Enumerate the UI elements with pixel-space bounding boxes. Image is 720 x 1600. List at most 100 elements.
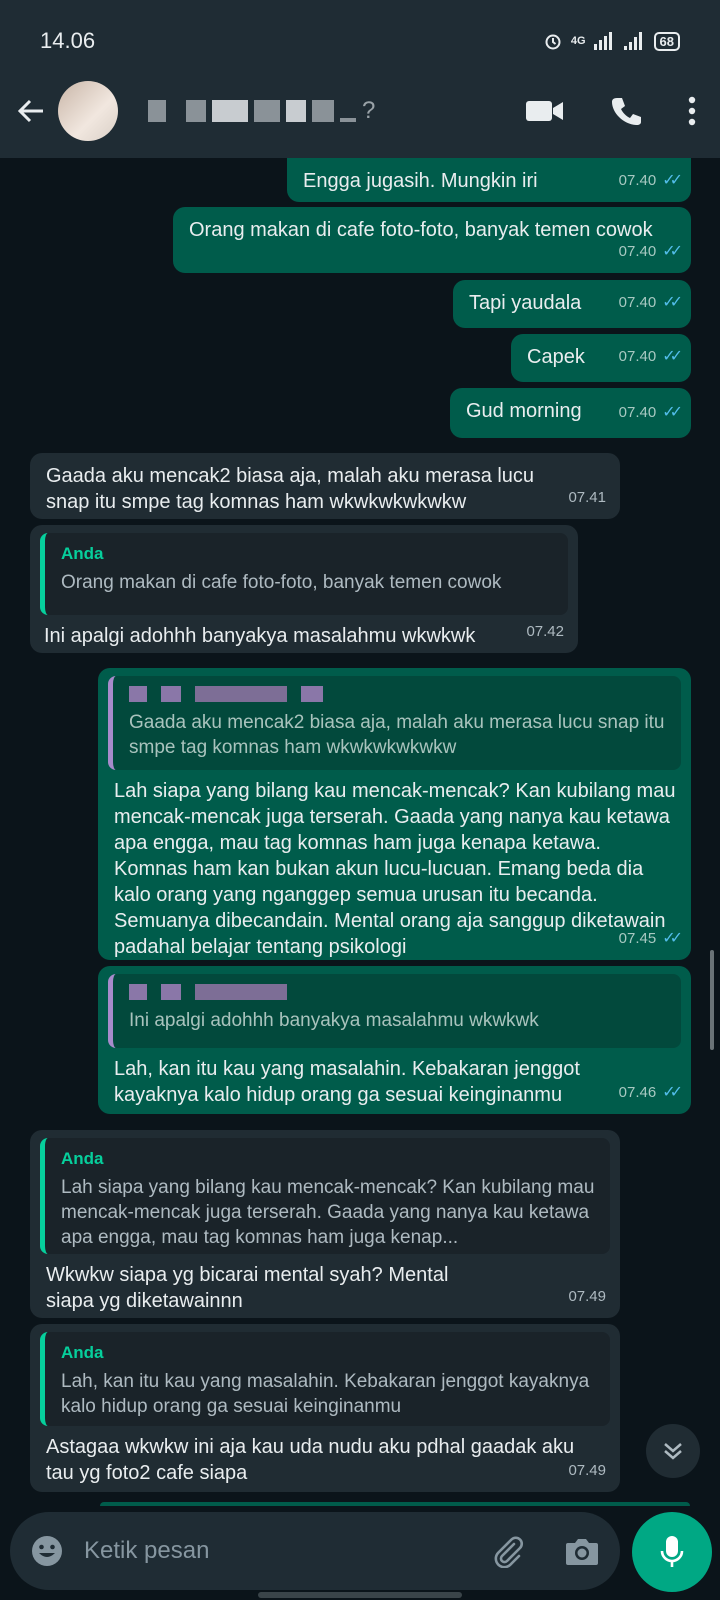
message-meta: 07.41 <box>568 485 606 511</box>
quote-author: Anda <box>61 544 104 563</box>
quote-author: Anda <box>61 1343 104 1362</box>
message-text: Gaada aku mencak2 biasa aja, malah aku m… <box>46 465 535 513</box>
emoji-icon[interactable] <box>30 1534 64 1568</box>
read-ticks-icon: ✓✓ <box>662 243 683 260</box>
message-time: 07.40 <box>618 294 657 311</box>
message-text: Astagaa wkwkw ini aja kau uda nudu aku p… <box>46 1436 575 1484</box>
message-bubble[interactable]: Anda Orang makan di cafe foto-foto, bany… <box>30 525 578 653</box>
message-bubble[interactable]: Ini apalgi adohhh banyakya masalahmu wkw… <box>98 966 691 1114</box>
double-chevron-down-icon <box>664 1443 682 1460</box>
message-meta: 07.40 ✓✓ <box>618 290 683 316</box>
quote-text: Ini apalgi adohhh banyakya masalahmu wkw… <box>129 1010 539 1031</box>
input-actions <box>490 1534 600 1568</box>
more-vert-icon[interactable] <box>688 96 696 126</box>
message-text: Ini apalgi adohhh banyakya masalahmu wkw… <box>44 625 476 647</box>
message-time: 07.42 <box>526 623 564 640</box>
quote-author-pixelated <box>129 982 669 1002</box>
pixelated-name <box>340 118 356 122</box>
message-bubble[interactable]: Gaada aku mencak2 biasa aja, malah aku m… <box>98 668 691 960</box>
phone-icon[interactable] <box>610 95 642 127</box>
avatar[interactable] <box>58 81 118 141</box>
message-bubble[interactable]: Gud morning 07.40 ✓✓ <box>450 388 691 438</box>
quote-text: Gaada aku mencak2 biasa aja, malah aku m… <box>129 712 665 758</box>
message-input-bar: Ketik pesan <box>10 1512 620 1590</box>
signal-icon <box>623 32 642 50</box>
message-text: Engga jugasih. Mungkin iri <box>303 170 538 192</box>
alarm-icon <box>545 34 561 50</box>
message-bubble[interactable]: Anda Lah, kan itu kau yang masalahin. Ke… <box>30 1324 620 1492</box>
scrollbar[interactable] <box>710 950 714 1050</box>
message-text: Tapi yaudala <box>469 292 582 314</box>
contact-name-suffix: ? <box>362 97 376 124</box>
message-text: Wkwkw siapa yg bicarai mental syah? Ment… <box>46 1264 449 1312</box>
read-ticks-icon: ✓✓ <box>662 294 683 311</box>
message-text: Lah siapa yang bilang kau mencak-mencak?… <box>114 780 676 958</box>
quote-text: Lah siapa yang bilang kau mencak-mencak?… <box>61 1177 595 1248</box>
message-meta: 07.40 ✓✓ <box>618 168 683 194</box>
mic-button[interactable] <box>632 1512 712 1592</box>
battery-indicator: 68 <box>653 31 680 51</box>
message-text: Lah, kan itu kau yang masalahin. Kebakar… <box>114 1058 580 1106</box>
pixelated-name <box>186 100 206 122</box>
status-icons: 4G 68 <box>543 31 680 51</box>
message-meta: 07.42 <box>526 619 564 645</box>
read-ticks-icon: ✓✓ <box>662 348 683 365</box>
message-text: Gud morning <box>466 400 582 422</box>
network-label: 4G <box>570 35 586 47</box>
message-bubble[interactable]: Gaada aku mencak2 biasa aja, malah aku m… <box>30 453 620 519</box>
signal-icon <box>593 32 612 50</box>
message-input[interactable]: Ketik pesan <box>84 1537 209 1565</box>
quoted-message[interactable]: Anda Orang makan di cafe foto-foto, bany… <box>40 533 568 615</box>
message-bubble[interactable]: Capek 07.40 ✓✓ <box>511 334 691 382</box>
message-bubble[interactable]: Tapi yaudala 07.40 ✓✓ <box>453 280 691 328</box>
navigation-pill[interactable] <box>258 1592 462 1598</box>
chat-header: ? <box>0 64 720 158</box>
message-meta: 07.49 <box>568 1284 606 1310</box>
read-ticks-icon: ✓✓ <box>662 172 683 189</box>
pixelated-name <box>254 100 280 122</box>
message-text: Capek <box>527 346 585 368</box>
quote-text: Orang makan di cafe foto-foto, banyak te… <box>61 572 502 593</box>
quote-author: Anda <box>61 1149 104 1168</box>
message-time: 07.40 <box>618 172 657 189</box>
quote-author-pixelated <box>129 684 669 704</box>
quoted-message[interactable]: Gaada aku mencak2 biasa aja, malah aku m… <box>108 676 681 770</box>
message-time: 07.49 <box>568 1288 606 1305</box>
pixelated-name <box>212 100 248 122</box>
attach-icon[interactable] <box>490 1534 524 1568</box>
camera-icon[interactable] <box>564 1535 600 1567</box>
video-call-icon[interactable] <box>526 99 564 123</box>
message-bubble[interactable]: Orang makan di cafe foto-foto, banyak te… <box>173 207 691 273</box>
status-time: 14.06 <box>40 28 96 53</box>
status-bar: 14.06 4G 68 <box>0 0 720 64</box>
quoted-message[interactable]: Ini apalgi adohhh banyakya masalahmu wkw… <box>108 974 681 1048</box>
header-actions <box>526 95 706 127</box>
message-bubble[interactable]: Anda Lah siapa yang bilang kau mencak-me… <box>30 1130 620 1318</box>
message-meta: 07.46 ✓✓ <box>618 1080 683 1106</box>
read-ticks-icon: ✓✓ <box>662 404 683 421</box>
message-meta: 07.45 ✓✓ <box>618 926 683 952</box>
pixelated-name <box>286 100 306 122</box>
mic-icon <box>660 1536 684 1567</box>
quote-text: Lah, kan itu kau yang masalahin. Kebakar… <box>61 1371 590 1417</box>
chat-area[interactable]: Engga jugasih. Mungkin iri 07.40 ✓✓ Orang… <box>0 158 720 1508</box>
pixelated-name <box>148 100 166 122</box>
quoted-message[interactable]: Anda Lah, kan itu kau yang masalahin. Ke… <box>40 1332 610 1426</box>
message-text: Orang makan di cafe foto-foto, banyak te… <box>189 219 653 241</box>
back-arrow-icon[interactable] <box>14 94 48 128</box>
message-time: 07.41 <box>568 489 606 506</box>
message-time: 07.40 <box>618 243 657 260</box>
read-ticks-icon: ✓✓ <box>662 1084 683 1101</box>
message-time: 07.45 <box>618 930 657 947</box>
read-ticks-icon: ✓✓ <box>662 930 683 947</box>
scroll-to-bottom-button[interactable] <box>646 1424 700 1478</box>
message-bubble[interactable]: Engga jugasih. Mungkin iri 07.40 ✓✓ <box>287 158 691 202</box>
message-time: 07.40 <box>618 348 657 365</box>
contact-name[interactable]: ? <box>148 97 375 125</box>
message-time: 07.46 <box>618 1084 657 1101</box>
quoted-message[interactable]: Anda Lah siapa yang bilang kau mencak-me… <box>40 1138 610 1254</box>
message-time: 07.49 <box>568 1462 606 1479</box>
message-time: 07.40 <box>618 404 657 421</box>
message-meta: 07.40 ✓✓ <box>618 239 683 265</box>
message-meta: 07.49 <box>568 1458 606 1484</box>
